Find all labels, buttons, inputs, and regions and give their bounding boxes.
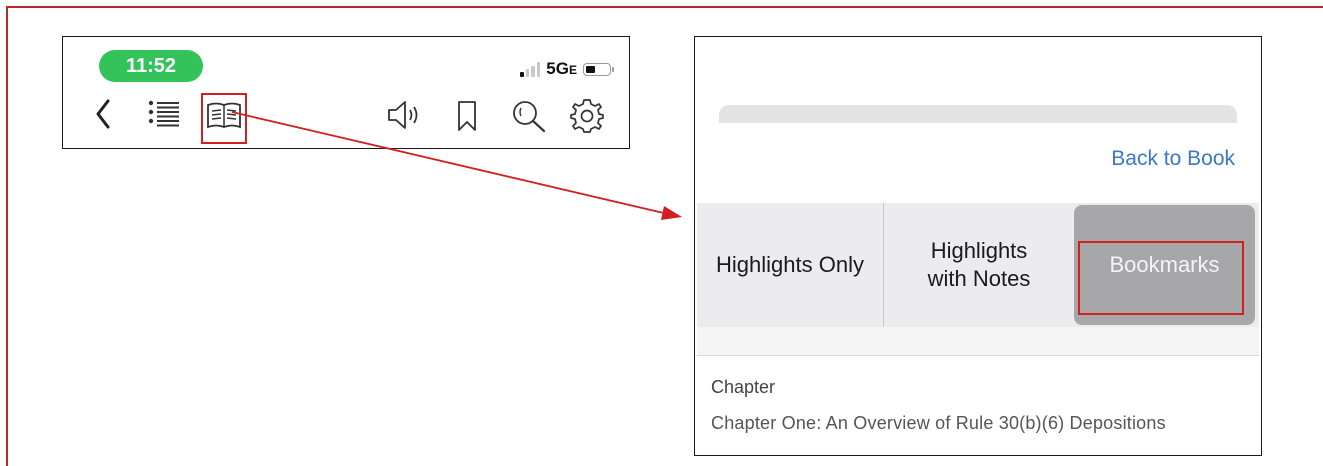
back-to-book-link[interactable]: Back to Book [1111, 147, 1235, 171]
tab-highlights-with-notes[interactable]: Highlights with Notes [883, 203, 1074, 327]
tab-label: Highlights Only [716, 252, 864, 277]
tab-label: Highlights with Notes [927, 238, 1031, 291]
sheet-grab-bar [719, 105, 1237, 123]
chapter-section-label: Chapter [711, 377, 776, 397]
annotations-panel: Back to Book Highlights Only Highlights … [694, 36, 1262, 456]
bookmarks-callout [1078, 241, 1244, 315]
tab-highlights-only[interactable]: Highlights Only [697, 203, 883, 327]
annotation-filter-segmented-control: Highlights Only Highlights with Notes Bo… [697, 203, 1259, 327]
list-header-separator [697, 327, 1259, 356]
tab-bookmarks[interactable]: Bookmarks [1074, 205, 1255, 325]
chapter-title[interactable]: Chapter One: An Overview of Rule 30(b)(6… [711, 413, 1166, 434]
